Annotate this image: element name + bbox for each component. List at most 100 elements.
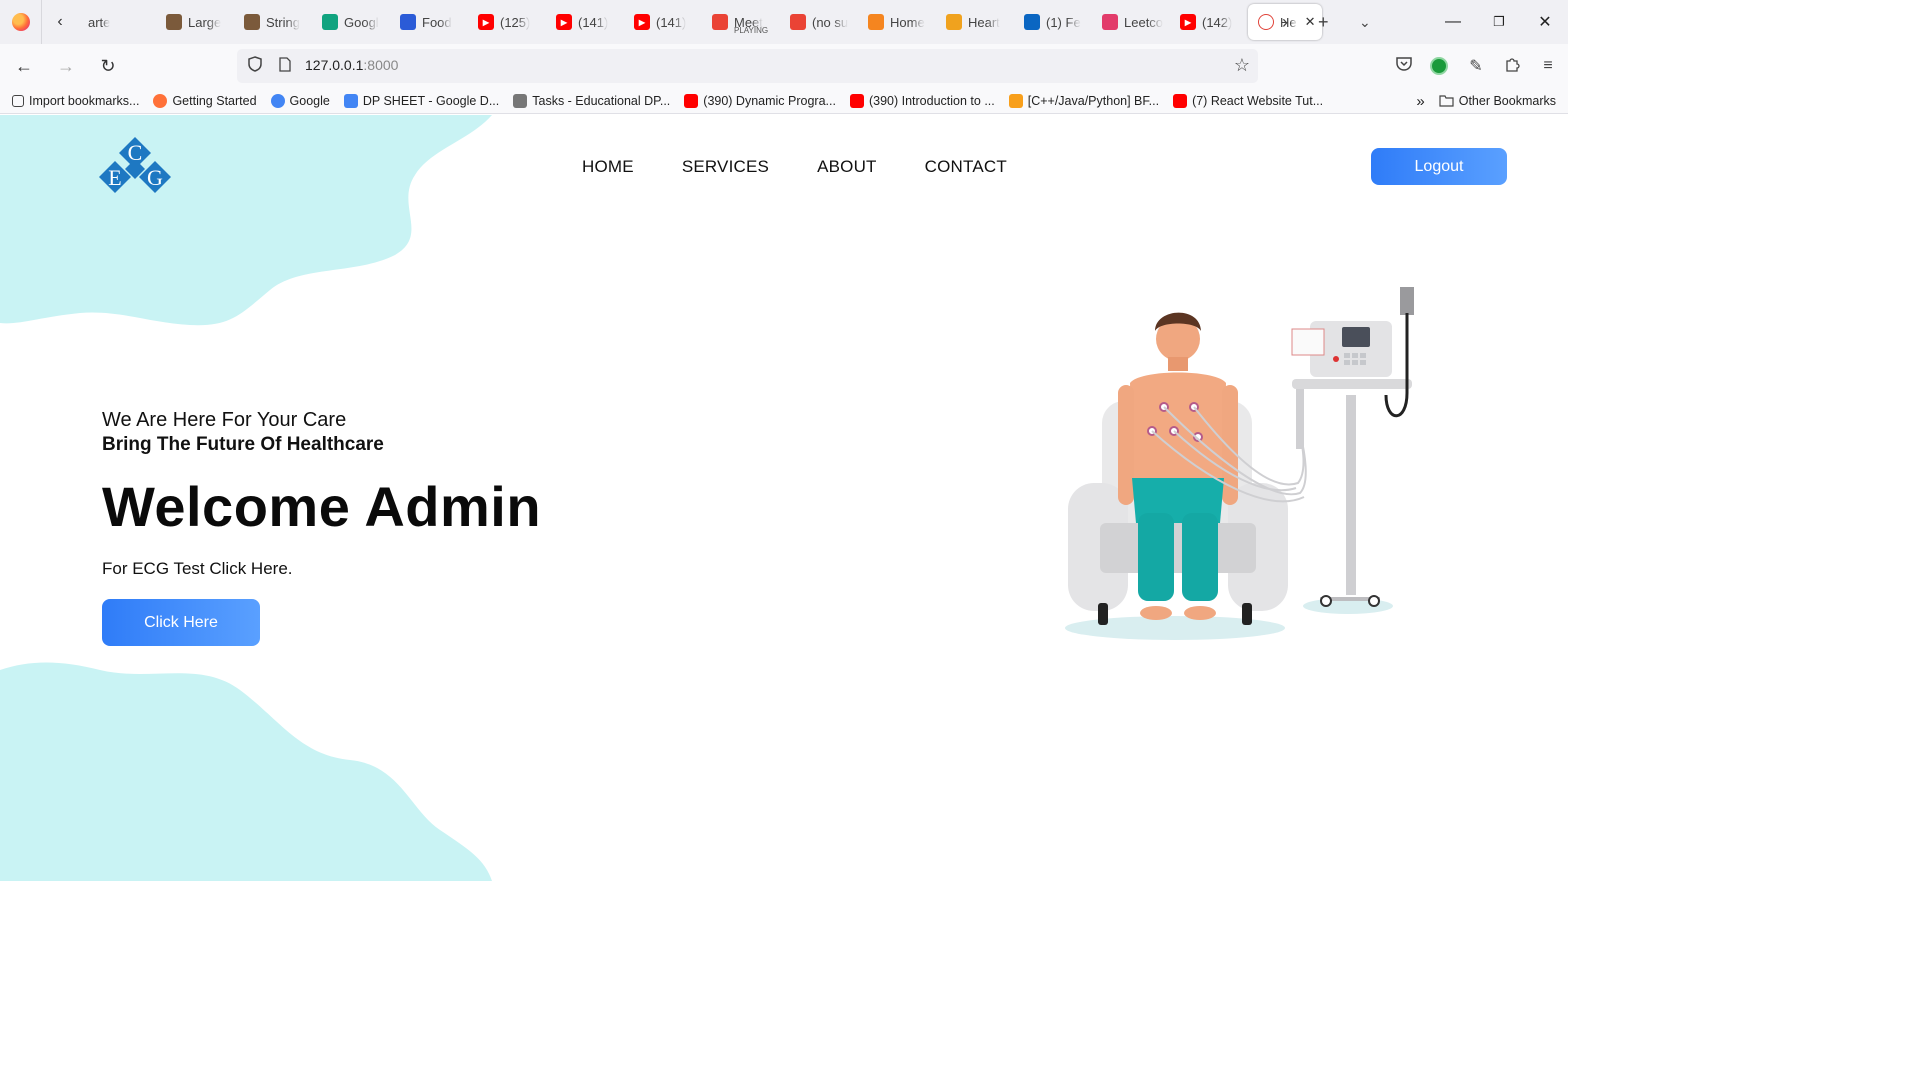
bookmark-label: Import bookmarks... xyxy=(29,93,140,108)
cc-icon xyxy=(244,14,260,30)
browser-tab[interactable]: ▶ (125) xyxy=(468,0,546,44)
tab-label: (no su xyxy=(812,14,849,30)
tab-label: String xyxy=(266,14,300,30)
bookmark-label: Getting Started xyxy=(172,93,257,108)
tab-strip: ‹ arte Large String Googl Food ▶ (125) ▶ (141) ▶ (… xyxy=(0,0,1568,44)
hero-tagline: We Are Here For Your Care xyxy=(102,409,347,431)
shield-icon[interactable] xyxy=(245,56,265,76)
browser-tab[interactable]: Large xyxy=(156,0,234,44)
bookmark-item[interactable]: Google xyxy=(270,93,330,108)
quill-icon xyxy=(400,14,416,30)
address-bar[interactable]: 127.0.0.1:8000 ☆ xyxy=(237,49,1258,83)
browser-tab[interactable]: arte xyxy=(78,0,156,44)
browser-tab[interactable]: ▶ (141) xyxy=(546,0,624,44)
more-bookmarks-icon[interactable]: » xyxy=(1416,93,1424,110)
browser-tab[interactable]: ▶ (142) xyxy=(1170,0,1248,44)
bookmark-item[interactable]: [C++/Java/Python] BF... xyxy=(1008,93,1160,108)
tab-label: Food xyxy=(422,14,452,30)
bookmark-label: [C++/Java/Python] BF... xyxy=(1027,93,1160,108)
import-icon xyxy=(12,94,24,107)
other-bookmarks[interactable]: Other Bookmarks xyxy=(1439,94,1556,108)
bookmark-item[interactable]: Import bookmarks... xyxy=(12,94,139,108)
youtube-icon xyxy=(684,93,699,108)
nav-home[interactable]: HOME xyxy=(582,157,634,177)
bookmark-item[interactable]: (390) Introduction to ... xyxy=(849,93,995,108)
chatgpt-icon xyxy=(322,14,338,30)
loader-icon xyxy=(868,14,884,30)
ecg-patient-illustration xyxy=(1065,287,1414,640)
tab-label: Home xyxy=(890,14,925,30)
tab-label: Leetco xyxy=(1124,14,1164,30)
nav-contact[interactable]: CONTACT xyxy=(925,157,1007,177)
firefox-menu-icon[interactable] xyxy=(0,0,42,44)
docs-icon xyxy=(343,93,358,108)
new-tab-icon[interactable]: + xyxy=(1318,0,1329,44)
browser-tab[interactable]: String xyxy=(234,0,312,44)
nav-services[interactable]: SERVICES xyxy=(682,157,769,177)
restore-icon[interactable]: ❐ xyxy=(1476,14,1522,30)
bookmark-label: (390) Introduction to ... xyxy=(868,93,995,108)
tab-label: (141) xyxy=(578,14,609,30)
welcome-heading: Welcome Admin xyxy=(102,475,542,538)
hero-section: We Are Here For Your Care Bring The Futu… xyxy=(102,409,541,646)
click-here-button[interactable]: Click Here xyxy=(102,599,260,646)
bottom-left-wave-decoration xyxy=(0,662,492,881)
bookmark-item[interactable]: Getting Started xyxy=(153,93,257,108)
url-host: 127.0.0.1 xyxy=(305,57,364,73)
browser-tab[interactable]: Heart xyxy=(936,0,1014,44)
logo-letter-c: C xyxy=(128,140,143,165)
page-icon xyxy=(275,56,295,76)
navigation-toolbar: ← → ↻ 127.0.0.1:8000 ☆ ✎ ≡ xyxy=(0,44,1568,88)
browser-tab[interactable]: (1) Fe xyxy=(1014,0,1092,44)
web-page: C E G HOME SERVICES ABOUT CONTACT Logout… xyxy=(0,115,1568,881)
bookmark-star-icon[interactable]: ☆ xyxy=(1234,55,1250,76)
bookmark-item[interactable]: Tasks - Educational DP... xyxy=(513,93,671,108)
hamburger-menu-icon[interactable]: ≡ xyxy=(1538,57,1558,75)
list-tabs-icon[interactable]: ⌄ xyxy=(1359,0,1371,44)
ecg-logo[interactable]: C E G xyxy=(95,135,175,197)
close-window-icon[interactable]: ✕ xyxy=(1522,12,1568,32)
nav-about[interactable]: ABOUT xyxy=(817,157,877,177)
close-tab-icon[interactable]: ✕ xyxy=(1305,14,1316,30)
youtube-icon: ▶ xyxy=(1180,14,1196,30)
browser-tab[interactable]: Food xyxy=(390,0,468,44)
tab-label: (1) Fe xyxy=(1046,14,1081,30)
bookmark-item[interactable]: (7) React Website Tut... xyxy=(1173,93,1323,108)
logout-button[interactable]: Logout xyxy=(1371,148,1507,185)
browser-tab[interactable]: Googl xyxy=(312,0,390,44)
reload-icon[interactable]: ↻ xyxy=(90,48,126,84)
tab-scroll-left-icon[interactable]: ‹ xyxy=(42,0,78,44)
bookmark-label: Tasks - Educational DP... xyxy=(532,93,671,108)
firefox-icon xyxy=(153,93,168,108)
cc-icon xyxy=(166,14,182,30)
tasks-icon xyxy=(513,93,528,108)
tab-scroll-right-icon[interactable]: › xyxy=(1282,0,1288,44)
bookmark-item[interactable]: (390) Dynamic Progra... xyxy=(684,93,836,108)
leetcode-icon xyxy=(1008,93,1023,108)
rainbow-icon xyxy=(1102,14,1118,30)
bookmark-label: (390) Dynamic Progra... xyxy=(703,93,836,108)
bookmarks-toolbar: Import bookmarks... Getting Started Google… xyxy=(0,88,1568,114)
tab-label: Heart xyxy=(968,14,1000,30)
browser-tab[interactable]: Home xyxy=(858,0,936,44)
account-icon[interactable] xyxy=(1430,57,1450,75)
pen-icon[interactable]: ✎ xyxy=(1466,56,1486,76)
browser-tab[interactable]: (no su xyxy=(780,0,858,44)
browser-tab[interactable]: Meet PLAYING xyxy=(702,0,780,44)
book-icon xyxy=(946,14,962,30)
bookmark-item[interactable]: DP SHEET - Google D... xyxy=(343,93,499,108)
forward-icon[interactable]: → xyxy=(48,48,84,84)
extensions-icon[interactable] xyxy=(1502,56,1522,77)
bookmark-label: Google xyxy=(289,93,330,108)
folder-icon xyxy=(1439,95,1454,107)
minimize-icon[interactable]: — xyxy=(1430,13,1476,31)
browser-tab[interactable]: ▶ (141) xyxy=(624,0,702,44)
tab-label: Googl xyxy=(344,14,379,30)
back-icon[interactable]: ← xyxy=(6,48,42,84)
google-icon xyxy=(270,93,285,108)
browser-tab[interactable]: Leetco xyxy=(1092,0,1170,44)
hero-subline: Bring The Future Of Healthcare xyxy=(102,434,384,455)
gmail-icon xyxy=(790,14,806,30)
youtube-icon xyxy=(849,93,864,108)
pocket-icon[interactable] xyxy=(1394,56,1414,76)
